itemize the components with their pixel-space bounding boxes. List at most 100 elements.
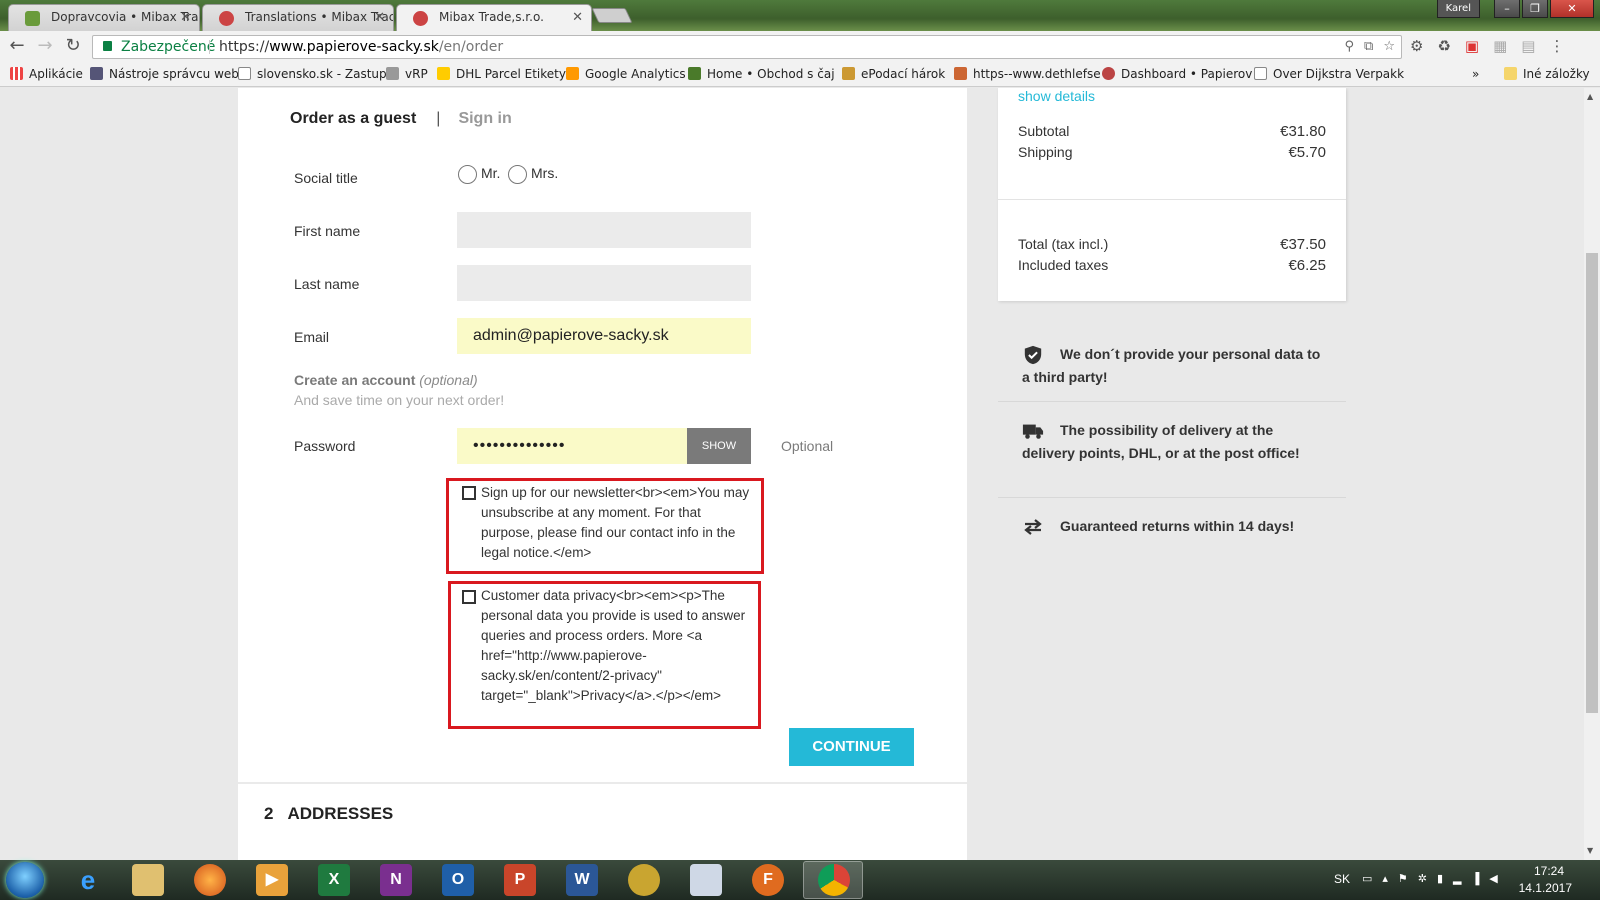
translate-icon[interactable]: ⧉: [1364, 36, 1373, 58]
shipping-label: Shipping: [1018, 144, 1073, 160]
internet-explorer-icon[interactable]: e: [72, 864, 104, 896]
site-favicon-icon: [413, 11, 428, 26]
clock-date[interactable]: 14.1.2017: [1519, 881, 1572, 895]
reload-icon[interactable]: ↻: [62, 35, 84, 57]
lock-icon: [103, 41, 112, 51]
close-tab-icon[interactable]: ✕: [572, 5, 583, 30]
bookmark-item[interactable]: DHL Parcel Etikety: [437, 66, 566, 83]
new-tab-button[interactable]: [591, 8, 633, 23]
step-title: ADDRESSES: [287, 804, 394, 823]
page-scrollbar[interactable]: ▲ ▼: [1584, 88, 1600, 860]
close-window-button[interactable]: ✕: [1550, 0, 1594, 18]
bookmark-favicon-icon: [954, 67, 967, 80]
email-input[interactable]: [457, 318, 751, 354]
create-account-heading: Create an account (optional): [294, 372, 478, 388]
extension-gray-icon[interactable]: ▦: [1493, 37, 1507, 55]
f-app-icon[interactable]: F: [752, 864, 784, 896]
address-bar[interactable]: Zabezpečené https://www.papierove-sacky.…: [92, 35, 1402, 59]
bookmark-item[interactable]: Home • Obchod s čaj: [688, 66, 835, 83]
subtotal-value: €31.80: [1280, 123, 1326, 140]
bookmark-favicon-icon: [842, 67, 855, 80]
other-bookmarks[interactable]: Iné záložky: [1504, 66, 1590, 83]
radio-mrs[interactable]: [508, 165, 527, 184]
coins-app-icon[interactable]: [628, 864, 660, 896]
page-viewport: Order as a guest | Sign in Social title Mr…: [0, 88, 1584, 860]
newsletter-checkbox[interactable]: [462, 486, 476, 500]
dhl-icon: [437, 67, 450, 80]
browser-tab-active[interactable]: Mibax Trade,s.r.o. ✕: [396, 4, 592, 31]
browser-tab[interactable]: Translations • Mibax Trac ✕: [202, 4, 394, 31]
omnibox-divider: [209, 40, 210, 54]
radio-mr[interactable]: [458, 165, 477, 184]
onenote-icon[interactable]: N: [380, 864, 412, 896]
url-scheme: https://: [219, 39, 270, 55]
firefox-icon[interactable]: [194, 864, 226, 896]
excel-icon[interactable]: X: [318, 864, 350, 896]
bookmark-item[interactable]: slovensko.sk - Zastup: [238, 66, 387, 83]
privacy-text: Customer data privacy<br><em><p>The pers…: [481, 588, 746, 703]
forward-arrow-icon[interactable]: →: [34, 35, 56, 57]
bookmark-apps[interactable]: Aplikácie: [10, 66, 83, 83]
bookmark-label: DHL Parcel Etikety: [456, 67, 566, 81]
file-explorer-icon[interactable]: [132, 864, 164, 896]
bookmark-item[interactable]: vRP: [386, 66, 428, 83]
star-icon[interactable]: ☆: [1383, 36, 1395, 58]
radio-mrs-label: Mrs.: [531, 165, 559, 181]
document-app-icon[interactable]: [690, 864, 722, 896]
close-tab-icon[interactable]: ✕: [180, 5, 191, 30]
clock-time[interactable]: 17:24: [1534, 864, 1564, 878]
key-icon[interactable]: ⚲: [1345, 36, 1355, 58]
bookmarks-overflow-button[interactable]: »: [1472, 66, 1479, 83]
bookmark-label: ePodací hárok: [861, 67, 946, 81]
media-player-icon[interactable]: ▶: [256, 864, 288, 896]
extension-red-icon[interactable]: ▣: [1465, 37, 1479, 55]
tab-order-as-guest[interactable]: Order as a guest: [290, 110, 416, 127]
continue-button[interactable]: CONTINUE: [789, 728, 914, 766]
show-password-button[interactable]: SHOW: [687, 428, 751, 464]
language-indicator[interactable]: SK: [1334, 872, 1350, 886]
maximize-button[interactable]: ❐: [1522, 0, 1548, 18]
social-title-label: Social title: [294, 170, 358, 186]
section-divider: [238, 782, 967, 784]
reassurance-divider: [998, 497, 1346, 498]
close-tab-icon[interactable]: ✕: [374, 5, 385, 30]
last-name-input[interactable]: [457, 265, 751, 301]
scroll-down-icon[interactable]: ▼: [1587, 846, 1593, 855]
checkout-personal-info-card: Order as a guest | Sign in Social title Mr…: [238, 88, 967, 860]
addresses-step-heading[interactable]: 2 ADDRESSES: [264, 804, 393, 824]
bookmark-item[interactable]: Google Analytics: [566, 66, 686, 83]
password-input[interactable]: ••••••••••••••: [457, 428, 687, 464]
menu-dots-icon[interactable]: ⋮: [1549, 37, 1564, 55]
recycle-icon[interactable]: ♻: [1437, 37, 1450, 55]
profile-button[interactable]: Karel: [1436, 0, 1480, 18]
privacy-checkbox[interactable]: [462, 590, 476, 604]
bookmark-label: Nástroje správcu web: [109, 67, 239, 81]
subtotal-row: Subtotal €31.80: [1018, 123, 1326, 140]
browser-tab[interactable]: Dopravcovia • Mibax Tra ✕: [8, 4, 200, 31]
minimize-button[interactable]: –: [1494, 0, 1520, 18]
secure-label: Zabezpečené: [121, 39, 216, 55]
powerpoint-icon[interactable]: P: [504, 864, 536, 896]
tray-icons[interactable]: ▭▴⚑✲▮▂▐◀: [1362, 872, 1508, 885]
outlook-icon[interactable]: O: [442, 864, 474, 896]
bookmark-item[interactable]: Over Dijkstra Verpakk: [1254, 66, 1404, 83]
show-details-link[interactable]: show details: [1018, 88, 1095, 104]
tab-title: Dopravcovia • Mibax Tra: [51, 10, 199, 24]
bookmark-item[interactable]: Dashboard • Papierov: [1102, 66, 1252, 83]
word-icon[interactable]: W: [566, 864, 598, 896]
bookmark-favicon-icon: [1102, 67, 1115, 80]
tab-sign-in[interactable]: Sign in: [458, 110, 511, 127]
bookmark-item[interactable]: Nástroje správcu web: [90, 66, 239, 83]
back-arrow-icon[interactable]: ←: [6, 35, 28, 57]
gear-icon[interactable]: ⚙: [1410, 37, 1423, 55]
scroll-up-icon[interactable]: ▲: [1587, 92, 1593, 101]
create-account-title: Create an account: [294, 372, 416, 388]
extension-doc-icon[interactable]: ▤: [1521, 37, 1535, 55]
url-text: https://www.papierove-sacky.sk/en/order: [219, 36, 503, 58]
first-name-input[interactable]: [457, 212, 751, 248]
bookmark-label: vRP: [405, 67, 428, 81]
bookmark-item[interactable]: https--www.dethlefse: [954, 66, 1101, 83]
bookmark-item[interactable]: ePodací hárok: [842, 66, 945, 83]
scrollbar-thumb[interactable]: [1586, 253, 1598, 713]
windows-start-button[interactable]: [6, 862, 44, 898]
